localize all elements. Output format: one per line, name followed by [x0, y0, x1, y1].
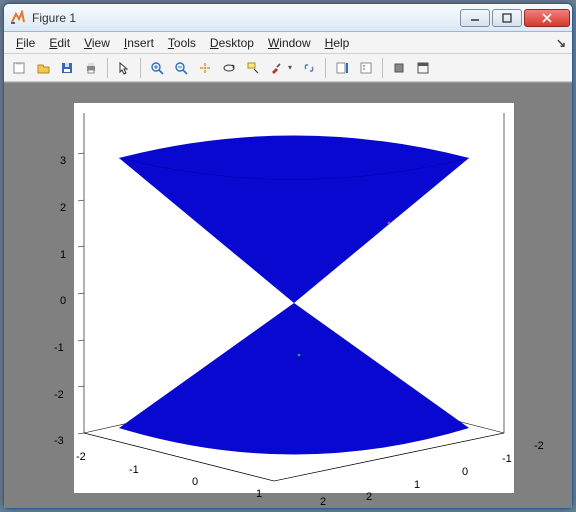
xtick-label: -1 [129, 464, 139, 476]
toolbar-sep [140, 58, 141, 78]
menu-tools[interactable]: Tools [162, 34, 202, 52]
hide-tools-button[interactable] [388, 57, 410, 79]
ytick-label: 2 [366, 491, 372, 503]
insert-legend-button[interactable] [355, 57, 377, 79]
dock-button[interactable] [412, 57, 434, 79]
surface-double-cone [119, 136, 469, 455]
toolbar-sep [382, 58, 383, 78]
xtick-label: 1 [256, 488, 262, 500]
zoom-in-button[interactable] [146, 57, 168, 79]
titlebar[interactable]: Figure 1 [4, 4, 572, 32]
window-controls [460, 9, 570, 27]
menu-overflow-icon[interactable]: ↘ [556, 36, 566, 50]
ztick-label: 1 [60, 249, 66, 261]
minimize-button[interactable] [460, 9, 490, 27]
xtick-label: -2 [76, 451, 86, 463]
ytick-label: -2 [534, 440, 544, 452]
save-button[interactable] [56, 57, 78, 79]
toolbar-sep [325, 58, 326, 78]
ztick-label: -3 [54, 435, 64, 447]
menubar: File Edit View Insert Tools Desktop Wind… [4, 32, 572, 54]
maximize-button[interactable] [492, 9, 522, 27]
ztick-label: 0 [60, 295, 66, 307]
ytick-label: 1 [414, 479, 420, 491]
ztick-label: -2 [54, 389, 64, 401]
zoom-out-button[interactable] [170, 57, 192, 79]
ztick-label: -1 [54, 342, 64, 354]
figure-window: Figure 1 File Edit View Insert Tools Des… [3, 3, 573, 509]
insert-colorbar-button[interactable] [331, 57, 353, 79]
menu-window[interactable]: Window [262, 34, 317, 52]
open-button[interactable] [32, 57, 54, 79]
print-button[interactable] [80, 57, 102, 79]
ytick-label: 0 [462, 466, 468, 478]
close-button[interactable] [524, 9, 570, 27]
pointer-button[interactable] [113, 57, 135, 79]
rotate3d-button[interactable] [218, 57, 240, 79]
ztick-label: 3 [60, 155, 66, 167]
menu-desktop[interactable]: Desktop [204, 34, 260, 52]
new-figure-button[interactable] [8, 57, 30, 79]
ztick-label: 2 [60, 202, 66, 214]
menu-file[interactable]: File [10, 34, 41, 52]
menu-insert[interactable]: Insert [118, 34, 160, 52]
menu-edit[interactable]: Edit [43, 34, 76, 52]
link-button[interactable] [298, 57, 320, 79]
axes-3d[interactable] [74, 103, 514, 493]
axes-svg [74, 103, 514, 493]
ytick-label: -1 [502, 453, 512, 465]
xtick-label: 0 [192, 476, 198, 488]
pan-button[interactable] [194, 57, 216, 79]
data-cursor-button[interactable] [242, 57, 264, 79]
menu-view[interactable]: View [78, 34, 116, 52]
toolbar-sep [107, 58, 108, 78]
matlab-icon [10, 10, 26, 26]
xtick-label: 2 [320, 496, 326, 508]
brush-button[interactable] [266, 57, 296, 79]
toolbar [4, 54, 572, 82]
figure-canvas[interactable]: -3 -2 -1 0 1 2 3 -2 -1 0 1 2 2 1 0 -1 -2 [4, 82, 572, 508]
menu-help[interactable]: Help [319, 34, 356, 52]
window-title: Figure 1 [32, 11, 460, 25]
